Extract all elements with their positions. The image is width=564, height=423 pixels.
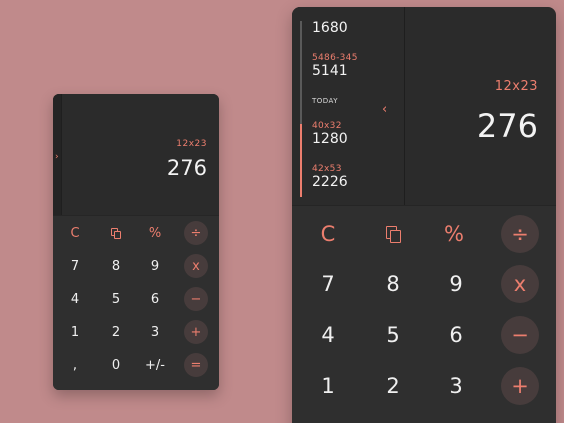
copy-button[interactable] <box>100 221 132 245</box>
key-8[interactable]: 8 <box>100 254 132 278</box>
history-expression: 42x53 <box>312 164 342 174</box>
calculator-compact: › 12x23 276 C % ÷ 7 8 9 x 4 5 6 − 1 2 3 … <box>53 94 219 390</box>
chevron-left-icon[interactable]: ‹ <box>382 102 387 117</box>
equals-button[interactable]: = <box>184 353 208 377</box>
display-panel: › 12x23 276 <box>53 94 219 215</box>
clear-button[interactable]: C <box>305 216 351 252</box>
plus-button[interactable]: + <box>184 320 208 344</box>
percent-button[interactable]: % <box>139 221 171 245</box>
result-text: 276 <box>476 107 538 145</box>
clear-button[interactable]: C <box>59 221 91 245</box>
divide-button[interactable]: ÷ <box>501 215 539 253</box>
key-8[interactable]: 8 <box>370 266 416 302</box>
key-4[interactable]: 4 <box>59 287 91 311</box>
key-1[interactable]: 1 <box>59 320 91 344</box>
history-divider <box>404 7 405 205</box>
multiply-button[interactable]: x <box>184 254 208 278</box>
history-item[interactable]: 42x53 2226 <box>312 164 348 190</box>
history-expression: 40x32 <box>312 121 342 131</box>
key-2[interactable]: 2 <box>370 368 416 404</box>
comma-button[interactable]: , <box>59 353 91 377</box>
history-item[interactable]: 5486-345 5141 <box>312 53 358 79</box>
copy-icon <box>385 225 401 243</box>
key-4[interactable]: 4 <box>305 317 351 353</box>
key-6[interactable]: 6 <box>433 317 479 353</box>
keypad: C % ÷ 7 8 9 x 4 5 6 − 1 2 3 + , 0 +/- = <box>53 215 219 390</box>
plus-minus-button[interactable]: +/- <box>139 353 171 377</box>
key-2[interactable]: 2 <box>100 320 132 344</box>
minus-button[interactable]: − <box>184 287 208 311</box>
history-value: 1280 <box>312 131 348 147</box>
percent-button[interactable]: % <box>431 216 477 252</box>
history-drawer-handle[interactable]: › <box>53 94 62 215</box>
expression-text: 12x23 <box>494 79 538 94</box>
history-value: 2226 <box>312 174 348 190</box>
result-text: 276 <box>166 156 207 180</box>
key-0[interactable]: 0 <box>100 353 132 377</box>
expression-text: 12x23 <box>176 139 207 149</box>
key-7[interactable]: 7 <box>305 266 351 302</box>
keypad: C % ÷ 7 8 9 x 4 5 6 − 1 2 3 + <box>292 205 556 423</box>
copy-button[interactable] <box>370 216 416 252</box>
calculator-expanded: 1680 5486-345 5141 TODAY 40x32 1280 42x5… <box>292 7 556 423</box>
history-value: 5141 <box>312 63 348 79</box>
history-section-today: TODAY <box>312 97 339 105</box>
key-3[interactable]: 3 <box>139 320 171 344</box>
history-item[interactable]: 40x32 1280 <box>312 121 348 147</box>
key-3[interactable]: 3 <box>433 368 479 404</box>
chevron-right-icon[interactable]: › <box>55 152 59 162</box>
key-6[interactable]: 6 <box>139 287 171 311</box>
history-expression: 5486-345 <box>312 53 358 63</box>
plus-button[interactable]: + <box>501 367 539 405</box>
divide-button[interactable]: ÷ <box>184 221 208 245</box>
history-item[interactable]: 1680 <box>312 20 348 36</box>
minus-button[interactable]: − <box>501 316 539 354</box>
key-9[interactable]: 9 <box>139 254 171 278</box>
copy-icon <box>111 227 121 239</box>
key-1[interactable]: 1 <box>305 368 351 404</box>
history-panel: 1680 5486-345 5141 TODAY 40x32 1280 42x5… <box>292 7 404 205</box>
key-5[interactable]: 5 <box>100 287 132 311</box>
key-5[interactable]: 5 <box>370 317 416 353</box>
key-9[interactable]: 9 <box>433 266 479 302</box>
key-7[interactable]: 7 <box>59 254 91 278</box>
multiply-button[interactable]: x <box>501 265 539 303</box>
history-value: 1680 <box>312 20 348 36</box>
history-rail-highlight <box>300 124 302 197</box>
